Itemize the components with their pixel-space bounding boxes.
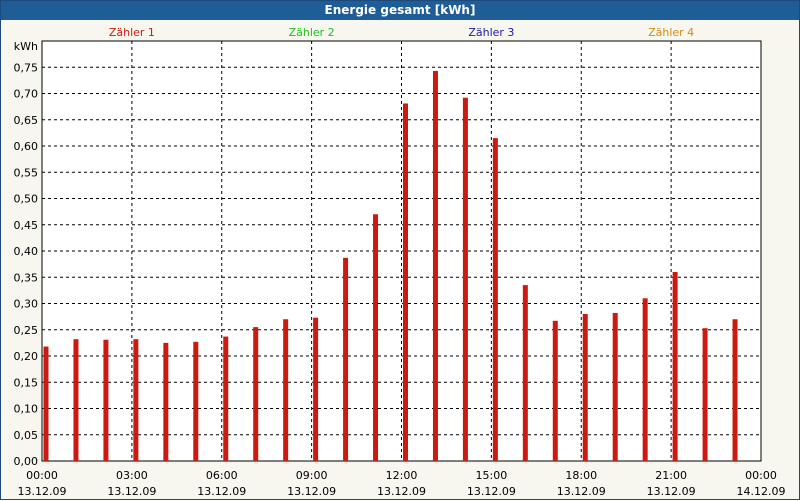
bar — [73, 339, 79, 461]
x-tick-date: 13.12.09 — [18, 485, 67, 498]
x-tick-date: 13.12.09 — [287, 485, 336, 498]
bar — [223, 336, 229, 461]
x-tick-time: 06:00 — [206, 469, 238, 482]
y-tick-label: 0,10 — [14, 403, 39, 416]
x-tick-date: 13.12.09 — [107, 485, 156, 498]
legend-entry: Zähler 2 — [289, 26, 335, 39]
y-tick-label: 0,05 — [14, 429, 39, 442]
y-tick-label: 0,35 — [14, 271, 39, 284]
y-tick-label: 0,70 — [14, 88, 39, 101]
bar — [672, 272, 678, 461]
bar — [43, 346, 49, 461]
bar — [432, 70, 438, 462]
x-tick-time: 09:00 — [296, 469, 328, 482]
legend-entry: Zähler 4 — [648, 26, 694, 39]
y-tick-label: 0,15 — [14, 376, 39, 389]
x-tick-time: 15:00 — [476, 469, 508, 482]
y-tick-label: 0,60 — [14, 140, 39, 153]
bar — [582, 314, 588, 461]
bar — [403, 103, 408, 461]
y-tick-label: 0,45 — [14, 219, 39, 232]
y-tick-label: 0,65 — [14, 114, 39, 127]
y-tick-label: 0,50 — [14, 193, 39, 206]
bar — [283, 319, 289, 461]
y-tick-label: 0,20 — [14, 350, 39, 363]
bar — [343, 257, 349, 461]
y-tick-label: 0,25 — [14, 324, 39, 337]
x-tick-time: 00:00 — [26, 469, 58, 482]
y-axis-unit: kWh — [14, 40, 38, 53]
bar — [103, 339, 109, 461]
bar — [462, 97, 468, 461]
x-tick-time: 18:00 — [565, 469, 597, 482]
x-tick-date: 13.12.09 — [377, 485, 426, 498]
chart-window: Energie gesamt [kWh] 0,00 0,05 0,10 0,15 0,2… — [0, 0, 800, 500]
bar — [373, 214, 379, 461]
legend-entry: Zähler 3 — [468, 26, 514, 39]
x-tick-date: 13.12.09 — [197, 485, 246, 498]
y-tick-label: 0,30 — [14, 298, 39, 311]
x-tick-date: 13.12.09 — [647, 485, 696, 498]
energy-chart: 0,00 0,05 0,10 0,15 0,20 0,25 0,30 0,35 0,40 0,45… — [14, 26, 786, 498]
x-tick-date: 14.12.09 — [737, 485, 786, 498]
bar — [133, 339, 139, 461]
bar — [193, 341, 199, 461]
x-tick-time: 00:00 — [745, 469, 777, 482]
bar — [163, 342, 169, 461]
x-tick-date: 13.12.09 — [467, 485, 516, 498]
x-tick-date: 13.12.09 — [557, 485, 606, 498]
bar — [732, 319, 738, 461]
bar — [552, 320, 558, 461]
bar — [702, 328, 708, 461]
bar — [492, 138, 498, 461]
x-tick-time: 12:00 — [386, 469, 418, 482]
y-tick-label: 0,00 — [14, 455, 39, 468]
y-tick-label: 0,40 — [14, 245, 39, 258]
x-tick-time: 21:00 — [655, 469, 687, 482]
bar — [313, 317, 319, 461]
legend-entry: Zähler 1 — [109, 26, 155, 39]
bar — [522, 285, 528, 461]
bar — [612, 312, 618, 461]
x-tick-time: 03:00 — [116, 469, 148, 482]
bar — [642, 298, 648, 461]
y-tick-label: 0,75 — [14, 61, 39, 74]
bar — [253, 327, 259, 461]
y-tick-label: 0,55 — [14, 166, 39, 179]
